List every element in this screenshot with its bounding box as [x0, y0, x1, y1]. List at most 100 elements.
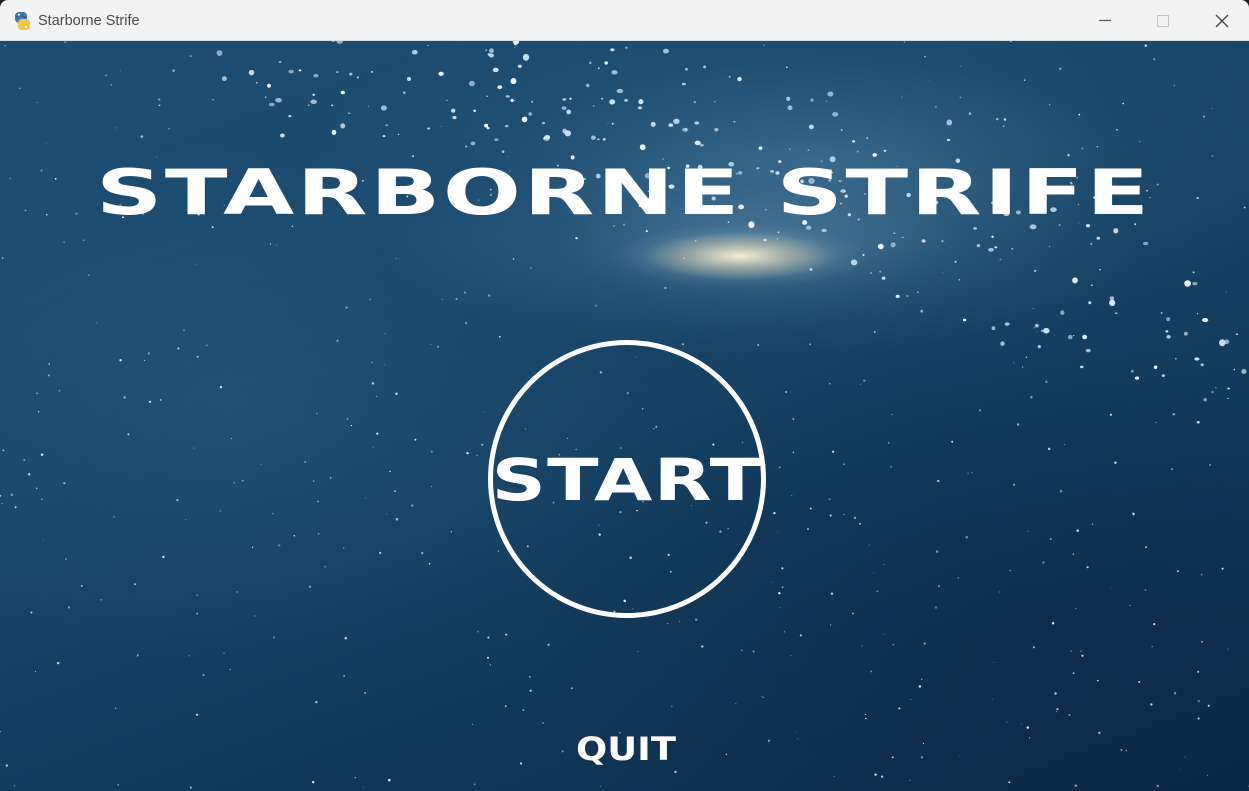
star [1138, 680, 1141, 684]
star [1025, 356, 1028, 358]
star [489, 48, 494, 54]
star [674, 770, 677, 774]
star [991, 326, 996, 331]
star [494, 138, 499, 142]
star [517, 64, 522, 68]
star [843, 463, 845, 465]
star [1008, 781, 1011, 784]
star [212, 98, 214, 101]
star [505, 95, 510, 98]
star [611, 122, 614, 125]
star [1120, 749, 1123, 751]
star [607, 122, 609, 124]
star [513, 99, 516, 102]
star [797, 738, 799, 740]
star [465, 145, 468, 148]
star [1156, 784, 1159, 787]
star [959, 96, 962, 99]
star [909, 779, 911, 781]
star [1233, 368, 1236, 371]
star [1051, 622, 1055, 625]
star [450, 443, 452, 445]
star [1091, 523, 1094, 525]
star [65, 558, 67, 560]
star [1049, 537, 1052, 540]
star [941, 239, 944, 243]
star [380, 105, 387, 111]
star [464, 321, 468, 325]
star [810, 98, 814, 102]
star [364, 692, 366, 694]
star [673, 118, 680, 124]
star [63, 482, 66, 485]
star [273, 636, 275, 639]
star [382, 135, 386, 138]
star [873, 572, 875, 574]
star [575, 236, 578, 240]
star [937, 479, 940, 483]
star [119, 359, 122, 362]
star [637, 106, 643, 110]
star [784, 390, 788, 394]
star [809, 343, 812, 346]
star [471, 723, 474, 726]
title-bar[interactable]: Starborne Strife [0, 0, 1249, 41]
star [1037, 344, 1041, 349]
star [414, 438, 417, 441]
star [1192, 271, 1195, 274]
star [935, 550, 939, 553]
star [1150, 703, 1153, 706]
star [28, 473, 31, 476]
star [1080, 650, 1082, 652]
star [136, 654, 139, 657]
star [703, 65, 707, 69]
star [428, 562, 431, 565]
star [1173, 692, 1177, 695]
star [668, 123, 674, 127]
star [604, 61, 608, 65]
star [115, 127, 117, 129]
star [1183, 331, 1188, 336]
star [1153, 58, 1156, 61]
quit-button[interactable]: QUIT [557, 727, 695, 771]
star [504, 705, 507, 708]
star [1208, 463, 1212, 467]
close-button[interactable] [1191, 0, 1249, 41]
star [1034, 269, 1037, 272]
start-button[interactable]: START [488, 340, 766, 618]
star [808, 124, 814, 130]
star [312, 93, 315, 96]
star [202, 674, 205, 676]
star [778, 592, 781, 595]
star [427, 127, 431, 130]
star [685, 67, 688, 71]
minimize-button[interactable] [1075, 0, 1133, 41]
star [37, 411, 40, 413]
star [195, 263, 197, 265]
star [1165, 330, 1169, 333]
star [1027, 530, 1029, 532]
star [1125, 749, 1127, 752]
star [383, 364, 385, 366]
star [891, 756, 894, 759]
star [278, 61, 282, 63]
star [737, 76, 742, 82]
star [541, 121, 546, 125]
star [18, 87, 21, 89]
star [701, 645, 704, 648]
star [570, 687, 573, 690]
star [927, 79, 929, 81]
star [832, 111, 839, 117]
star [176, 498, 179, 502]
star [492, 67, 499, 73]
star [1122, 102, 1125, 105]
star [317, 500, 319, 503]
star [36, 101, 38, 103]
star [254, 615, 256, 617]
start-button-label: START [491, 446, 763, 514]
maximize-button[interactable] [1133, 0, 1191, 41]
star [324, 565, 326, 568]
star [1002, 125, 1005, 128]
star [883, 633, 885, 635]
star [519, 762, 523, 765]
